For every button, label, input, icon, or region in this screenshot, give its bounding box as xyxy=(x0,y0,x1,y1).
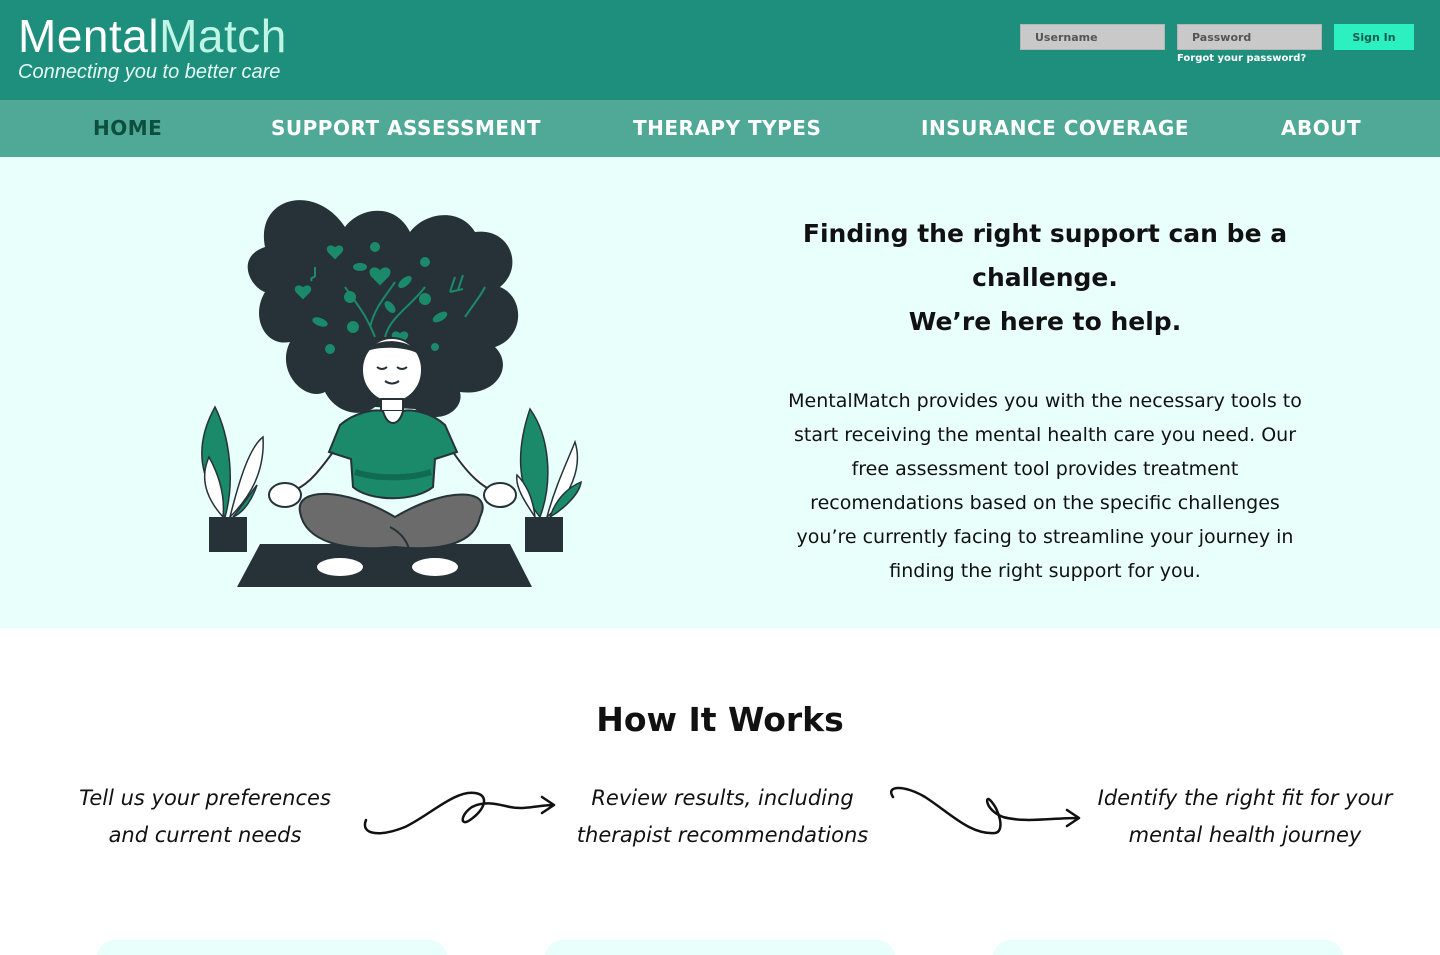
main-nav: HOME SUPPORT ASSESSMENT THERAPY TYPES IN… xyxy=(0,100,1440,157)
nav-item-home[interactable]: HOME xyxy=(93,100,162,157)
hero-section: Finding the right support can be a chall… xyxy=(0,157,1440,628)
password-input[interactable] xyxy=(1177,24,1322,50)
brand-logo[interactable]: MentalMatch xyxy=(18,10,287,62)
step-2-text: Review results, including therapist reco… xyxy=(576,786,869,847)
hero-description: MentalMatch provides you with the necess… xyxy=(788,390,1302,582)
curly-arrow-icon xyxy=(890,786,1081,835)
nav-item-support-assessment[interactable]: SUPPORT ASSESSMENT xyxy=(271,100,541,157)
brand-tagline: Connecting you to better care xyxy=(18,61,281,83)
hero-heading-line2: We’re here to help. xyxy=(908,307,1182,336)
login-form: Sign In Forgot your password? xyxy=(1020,24,1420,84)
meditating-woman-illustration xyxy=(201,200,582,587)
sign-in-button[interactable]: Sign In xyxy=(1334,24,1414,50)
forgot-password-link[interactable]: Forgot your password? xyxy=(1177,53,1306,64)
step-3-text: Identify the right fit for your mental h… xyxy=(1097,786,1393,847)
curly-arrow-icon xyxy=(363,791,556,835)
brand-name-part2: Match xyxy=(159,10,287,62)
nav-item-insurance-coverage[interactable]: INSURANCE COVERAGE xyxy=(921,100,1189,157)
step-1-text: Tell us your preferences and current nee… xyxy=(79,786,331,847)
feature-card xyxy=(993,940,1343,955)
site-header: MentalMatch Connecting you to better car… xyxy=(0,0,1440,100)
hero-heading-line1: Finding the right support can be a chall… xyxy=(802,219,1288,292)
brand[interactable]: MentalMatch Connecting you to better car… xyxy=(18,10,287,84)
nav-item-therapy-types[interactable]: THERAPY TYPES xyxy=(633,100,821,157)
hero-text: Finding the right support can be a chall… xyxy=(780,212,1310,588)
how-it-works-title: How It Works xyxy=(596,700,844,739)
username-input[interactable] xyxy=(1020,24,1165,50)
feature-card xyxy=(97,940,447,955)
feature-card xyxy=(545,940,895,955)
hero-heading: Finding the right support can be a chall… xyxy=(780,212,1310,344)
brand-name-part1: Mental xyxy=(18,10,160,62)
nav-item-about[interactable]: ABOUT xyxy=(1281,100,1361,157)
